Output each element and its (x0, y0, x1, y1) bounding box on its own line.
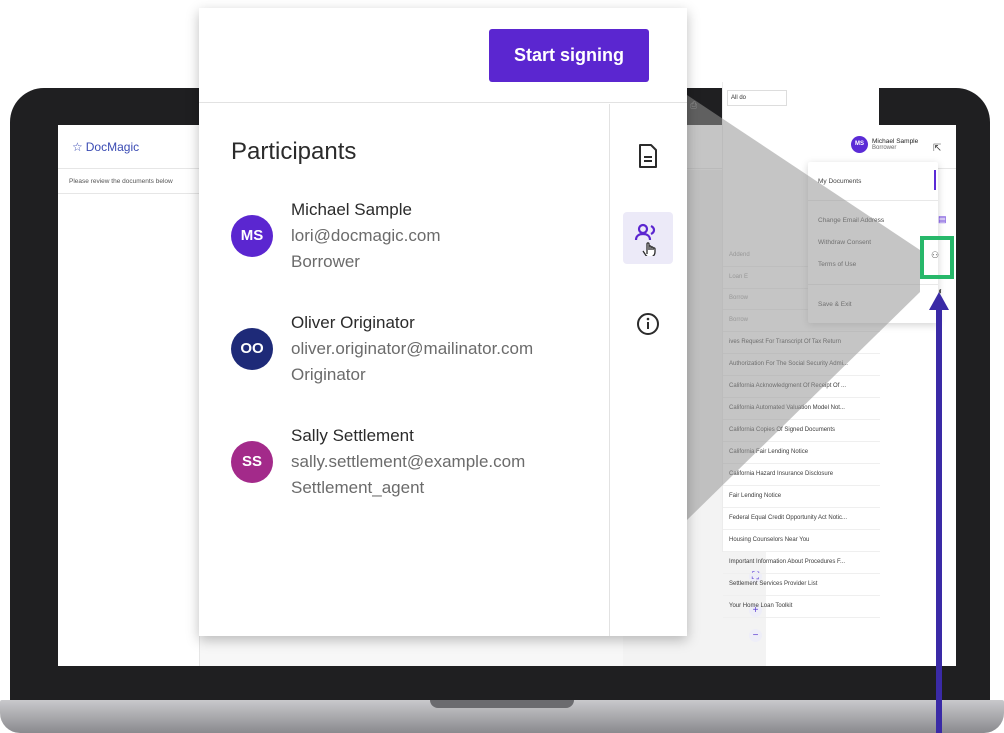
participants-panel: Participants MS Michael Sample lori@docm… (199, 104, 609, 636)
list-item[interactable]: California Automated Valuation Model Not… (723, 398, 880, 420)
start-signing-button[interactable]: Start signing (489, 29, 649, 82)
participant-row: MS Michael Sample lori@docmagic.com Borr… (231, 200, 611, 304)
panel-title: Participants (231, 138, 357, 165)
user-menu-trigger[interactable]: MS Michael Sample Borrower (851, 136, 918, 153)
popover-header: Start signing (199, 8, 687, 103)
avatar: OO (231, 328, 273, 370)
menu-item-my-documents[interactable]: My Documents (818, 178, 861, 185)
participants-tab[interactable] (623, 212, 673, 264)
participant-role: Settlement_agent (291, 478, 425, 497)
menu-item-withdraw-consent[interactable]: Withdraw Consent (818, 239, 871, 246)
list-item[interactable]: Your Home Loan Toolkit (723, 596, 880, 618)
review-instructions: Please review the documents below (58, 178, 200, 194)
document-icon (639, 144, 657, 168)
cursor-icon: ⇱ (933, 143, 942, 154)
participant-name: Michael Sample (291, 200, 412, 219)
divider (808, 200, 938, 201)
participant-row: OO Oliver Originator oliver.originator@m… (231, 313, 611, 417)
menu-scroll-indicator (934, 170, 936, 190)
pointer-arrow-shaft (936, 305, 942, 733)
user-role: Borrower (872, 144, 897, 151)
menu-item-terms-of-use[interactable]: Terms of Use (818, 261, 856, 268)
avatar: MS (851, 136, 868, 153)
user-dropdown-menu: My Documents Change Email Address Withdr… (808, 162, 938, 323)
print-icon[interactable]: ⎙ (690, 100, 697, 111)
list-item[interactable]: Authorization For The Social Security Ad… (723, 354, 880, 376)
participant-role: Borrower (291, 252, 360, 271)
participant-row: SS Sally Settlement sally.settlement@exa… (231, 426, 611, 530)
participant-name: Sally Settlement (291, 426, 414, 445)
participants-popover: Start signing Participants MS Michael Sa… (199, 8, 687, 636)
avatar: MS (231, 215, 273, 257)
list-item[interactable]: California Copies Of Signed Documents (723, 420, 880, 442)
document-icon[interactable]: ▤ (938, 214, 947, 225)
laptop-notch (430, 700, 574, 708)
left-panel: Please review the documents below (58, 170, 200, 666)
list-item[interactable]: Important Information About Procedures F… (723, 552, 880, 574)
list-item[interactable]: California Acknowledgment Of Receipt Of … (723, 376, 880, 398)
divider (808, 284, 938, 285)
participant-name: Oliver Originator (291, 313, 415, 332)
avatar: SS (231, 441, 273, 483)
list-item[interactable]: Fair Lending Notice (723, 486, 880, 508)
document-filter-select[interactable]: All do (727, 90, 787, 106)
docmagic-logo[interactable]: ☆ DocMagic (72, 140, 139, 154)
user-name: Michael Sample (872, 137, 919, 145)
menu-item-save-exit[interactable]: Save & Exit (818, 301, 852, 308)
list-item[interactable]: ives Request For Transcript Of Tax Retur… (723, 332, 880, 354)
logo-text: DocMagic (85, 140, 140, 154)
participants-icon[interactable]: ⚇ (931, 250, 939, 261)
documents-tab[interactable] (623, 130, 673, 182)
info-icon (637, 313, 659, 335)
participants-icon (634, 223, 656, 256)
list-item[interactable]: Settlement Services Provider List (723, 574, 880, 596)
list-item[interactable]: California Hazard Insurance Disclosure (723, 464, 880, 486)
participant-email: oliver.originator@mailinator.com (291, 339, 534, 358)
participant-role: Originator (291, 365, 366, 384)
zoom-out-button[interactable]: − (749, 629, 762, 642)
star-icon: ☆ (72, 140, 83, 154)
menu-item-change-email[interactable]: Change Email Address (818, 217, 884, 224)
info-tab[interactable] (623, 298, 673, 350)
list-item[interactable]: Federal Equal Credit Opportunity Act Not… (723, 508, 880, 530)
participant-email: sally.settlement@example.com (291, 452, 526, 471)
list-item[interactable]: California Fair Lending Notice (723, 442, 880, 464)
list-item[interactable]: Housing Counselors Near You (723, 530, 880, 552)
participant-email: lori@docmagic.com (291, 226, 441, 245)
popover-side-rail (609, 104, 687, 636)
